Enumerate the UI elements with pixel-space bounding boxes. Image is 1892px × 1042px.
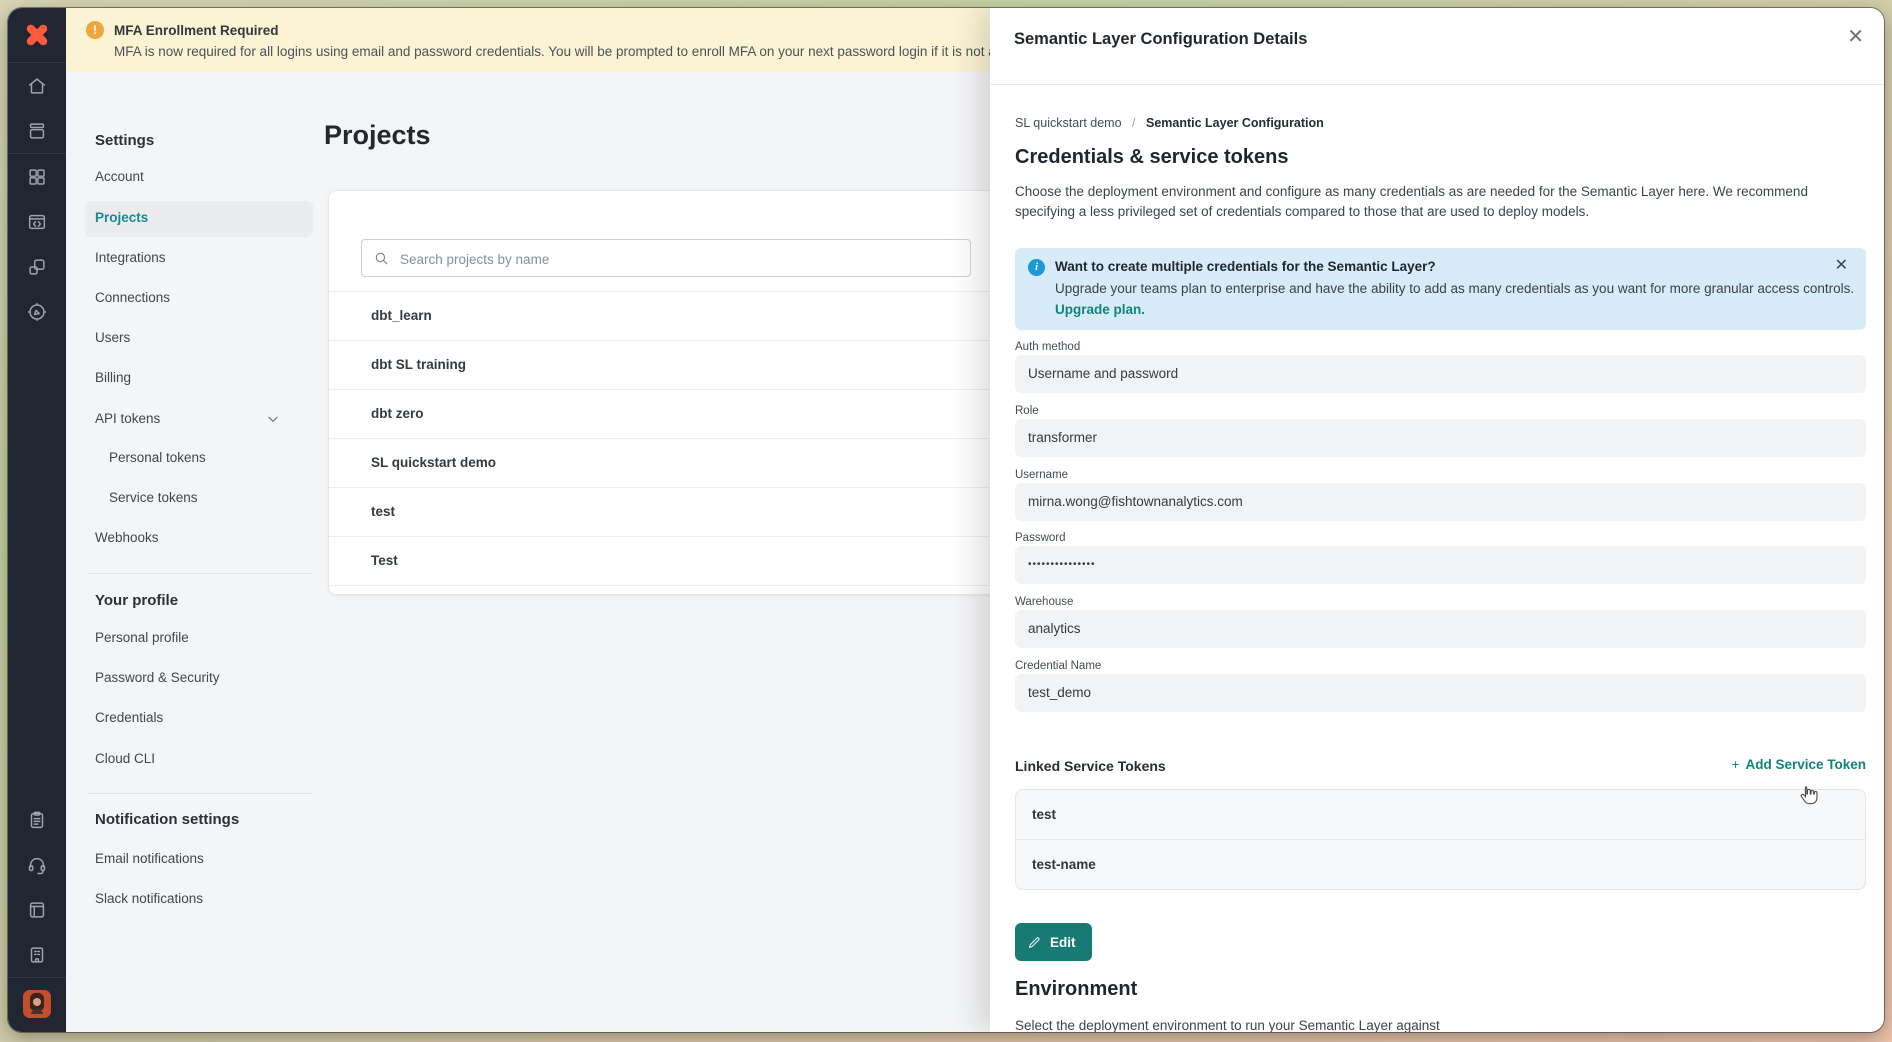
username-label: Username <box>1015 469 1068 481</box>
warehouse-label: Warehouse <box>1015 596 1073 608</box>
sidebar-item-api-tokens[interactable]: API tokens <box>95 411 160 426</box>
organization-icon[interactable] <box>8 932 66 977</box>
project-row[interactable]: test <box>329 487 1001 536</box>
info-box-body: Upgrade your teams plan to enterprise an… <box>1055 281 1854 296</box>
password-label: Password <box>1015 532 1066 544</box>
breadcrumb-current: Semantic Layer Configuration <box>1146 116 1324 130</box>
add-service-token-button[interactable]: + Add Service Token <box>1732 757 1866 772</box>
info-icon: i <box>1028 259 1045 276</box>
user-avatar[interactable] <box>23 990 51 1018</box>
projects-card: dbt_learn dbt SL training dbt zero SL qu… <box>328 190 1002 595</box>
project-row[interactable]: dbt zero <box>329 389 1001 438</box>
credential-name-label: Credential Name <box>1015 660 1101 672</box>
upgrade-info-box: i Want to create multiple credentials fo… <box>1015 248 1866 330</box>
environment-section-description: Select the deployment environment to run… <box>1015 1016 1848 1032</box>
environment-section-title: Environment <box>1015 978 1137 1001</box>
project-search <box>361 239 971 277</box>
project-row[interactable]: dbt_learn <box>329 291 1001 340</box>
clipboard-icon[interactable] <box>8 797 66 842</box>
page-title: Projects <box>324 120 431 151</box>
edit-button-label: Edit <box>1050 935 1076 950</box>
home-icon[interactable] <box>8 63 66 108</box>
linked-service-tokens-heading: Linked Service Tokens <box>1015 758 1166 774</box>
credentials-section-title: Credentials & service tokens <box>1015 146 1288 169</box>
credential-name-field: test_demo <box>1015 674 1866 712</box>
mfa-banner-body: MFA is now required for all logins using… <box>114 44 1032 59</box>
dbt-logo-icon <box>22 20 52 50</box>
mfa-banner-title: MFA Enrollment Required <box>114 23 279 38</box>
dashboard-icon[interactable] <box>8 154 66 199</box>
breadcrumb-parent[interactable]: SL quickstart demo <box>1015 116 1122 130</box>
credentials-section-description: Choose the deployment environment and co… <box>1015 182 1848 221</box>
projects-branch-icon[interactable] <box>8 244 66 289</box>
sidebar-item-slack-notifications[interactable]: Slack notifications <box>95 891 203 906</box>
breadcrumb-separator: / <box>1132 116 1135 130</box>
sidebar-divider <box>8 977 66 978</box>
desktop-background: ! MFA Enrollment Required MFA is now req… <box>0 0 1892 1042</box>
close-icon[interactable]: ✕ <box>1835 255 1848 275</box>
sidebar-item-integrations[interactable]: Integrations <box>95 250 166 265</box>
auth-method-label: Auth method <box>1015 341 1080 353</box>
sidebar-item-password-security[interactable]: Password & Security <box>95 670 220 685</box>
dbt-logo[interactable] <box>8 8 66 63</box>
chevron-down-icon[interactable] <box>266 412 280 431</box>
project-row[interactable]: Test <box>329 536 1001 586</box>
sidebar-item-email-notifications[interactable]: Email notifications <box>95 851 204 866</box>
sidebar-item-credentials[interactable]: Credentials <box>95 710 163 725</box>
sidebar-item-personal-tokens[interactable]: Personal tokens <box>109 450 206 465</box>
deploy-icon[interactable] <box>8 108 66 153</box>
role-field: transformer <box>1015 419 1866 457</box>
profile-nav-heading: Your profile <box>95 592 178 609</box>
nav-section-divider <box>88 573 313 574</box>
panel-title: Semantic Layer Configuration Details <box>1014 30 1307 49</box>
explore-compass-icon[interactable] <box>8 289 66 334</box>
edit-button[interactable]: Edit <box>1015 923 1092 961</box>
warning-icon: ! <box>86 21 104 39</box>
project-list: dbt_learn dbt SL training dbt zero SL qu… <box>329 291 1001 586</box>
add-service-token-label: Add Service Token <box>1745 757 1866 772</box>
sidebar-item-projects-label: Projects <box>95 210 148 225</box>
service-token-list: test test-name <box>1015 789 1866 890</box>
sidebar-item-webhooks[interactable]: Webhooks <box>95 530 159 545</box>
semantic-layer-config-panel: Semantic Layer Configuration Details ✕ S… <box>990 8 1884 1032</box>
sidebar-item-cloud-cli[interactable]: Cloud CLI <box>95 751 155 766</box>
app-window: ! MFA Enrollment Required MFA is now req… <box>8 8 1884 1032</box>
settings-nav-heading: Settings <box>95 132 154 149</box>
sidebar-item-billing[interactable]: Billing <box>95 370 131 385</box>
service-token-row[interactable]: test <box>1016 790 1865 839</box>
info-box-title: Want to create multiple credentials for … <box>1055 259 1436 274</box>
project-row[interactable]: SL quickstart demo <box>329 438 1001 487</box>
panel-header-divider <box>990 84 1884 85</box>
sidebar-item-account[interactable]: Account <box>95 169 144 184</box>
search-input[interactable] <box>398 241 962 277</box>
warehouse-field: analytics <box>1015 610 1866 648</box>
sidebar-item-connections[interactable]: Connections <box>95 290 170 305</box>
service-token-row[interactable]: test-name <box>1016 839 1865 889</box>
sidebar-item-service-tokens[interactable]: Service tokens <box>109 490 198 505</box>
password-field: ••••••••••••••• <box>1015 546 1866 584</box>
username-field: mirna.wong@fishtownanalytics.com <box>1015 483 1866 521</box>
sidebar-item-projects[interactable]: Projects <box>85 201 313 237</box>
role-label: Role <box>1015 405 1039 417</box>
nav-section-divider <box>88 793 313 794</box>
docs-book-icon[interactable] <box>8 887 66 932</box>
plus-icon: + <box>1732 757 1740 772</box>
project-row[interactable]: dbt SL training <box>329 340 1001 389</box>
auth-method-field: Username and password <box>1015 355 1866 393</box>
support-headset-icon[interactable] <box>8 842 66 887</box>
sidebar-item-personal-profile[interactable]: Personal profile <box>95 630 189 645</box>
breadcrumb: SL quickstart demo / Semantic Layer Conf… <box>1015 116 1324 130</box>
notification-nav-heading: Notification settings <box>95 811 239 828</box>
search-icon <box>373 250 390 267</box>
close-icon[interactable]: ✕ <box>1847 24 1864 49</box>
app-sidebar <box>8 8 66 1032</box>
upgrade-plan-link[interactable]: Upgrade plan. <box>1055 302 1145 317</box>
pencil-icon <box>1027 935 1042 950</box>
sidebar-item-users[interactable]: Users <box>95 330 130 345</box>
ide-code-icon[interactable] <box>8 199 66 244</box>
